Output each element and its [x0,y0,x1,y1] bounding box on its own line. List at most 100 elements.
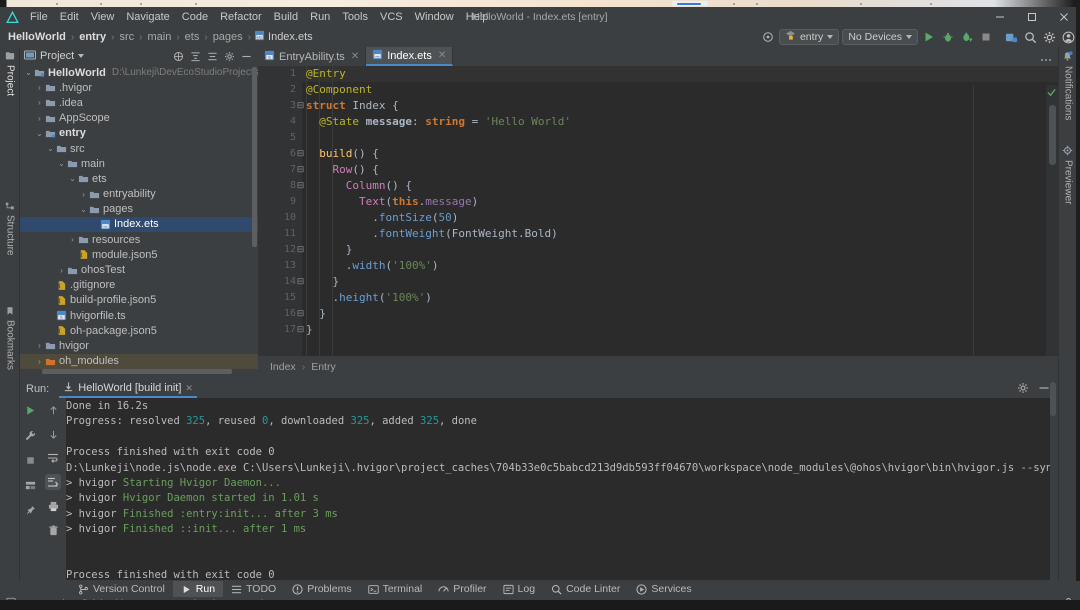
device-manager-icon[interactable] [1003,29,1019,45]
target-icon[interactable] [760,29,776,45]
sidebar-item-project[interactable]: Project [0,47,20,100]
gear-icon[interactable] [224,51,235,62]
scroll-to-end-icon[interactable] [45,474,61,490]
editor-breadcrumb-index[interactable]: Index [270,361,296,373]
menu-code[interactable]: Code [176,7,214,27]
tool-window-button-profiler[interactable]: Profiler [430,581,494,597]
sidebar-item-structure[interactable]: Structure [0,197,20,260]
scroll-down-icon[interactable] [45,426,61,442]
run-console-scrollbar[interactable] [1050,382,1056,416]
tree-expand-arrow[interactable]: ⌄ [68,174,77,183]
trash-icon[interactable] [45,522,61,538]
tree-row-main[interactable]: ⌄ main [20,156,258,171]
tree-row-pages[interactable]: ⌄ pages [20,202,258,217]
wrench-icon[interactable] [22,427,38,443]
tree-expand-arrow[interactable]: › [35,114,44,123]
tool-window-button-todo[interactable]: TODO [223,581,284,597]
profile-run-icon[interactable] [959,29,975,45]
breadcrumb-entry[interactable]: entry [77,31,108,43]
tree-row-hvigor[interactable]: › hvigor [20,338,258,353]
tree-row-ohostest[interactable]: › ohosTest [20,262,258,277]
sidebar-item-bookmarks[interactable]: Bookmarks [0,302,20,374]
breadcrumb-index-ets[interactable]: ets Index.ets [254,30,313,44]
close-icon[interactable]: ✕ [438,50,446,61]
gear-icon[interactable] [1017,382,1029,397]
tree-expand-arrow[interactable]: › [35,357,44,366]
code-text[interactable]: @Entry @Component struct Index { @State me… [306,66,1058,356]
menu-navigate[interactable]: Navigate [120,7,175,27]
tree-row-hvigorfile-ts[interactable]: ts hvigorfile.ts [20,308,258,323]
layout-icon[interactable] [22,477,38,493]
tree-row-src[interactable]: ⌄ src [20,141,258,156]
tool-window-button-problems[interactable]: Problems [284,581,359,597]
search-icon[interactable] [1022,29,1038,45]
scope-icon[interactable] [173,51,184,62]
tree-expand-arrow[interactable]: ⌄ [79,205,88,214]
tree-row-entry[interactable]: ⌄ entry [20,126,258,141]
tree-expand-arrow[interactable]: › [79,190,88,199]
minimize-button[interactable] [984,7,1016,27]
tree-row-ets[interactable]: ⌄ ets [20,171,258,186]
tree-expand-arrow[interactable]: ⌄ [46,144,55,153]
editor-scrollbar[interactable] [1049,105,1056,165]
menu-tools[interactable]: Tools [336,7,374,27]
tree-row--gitignore[interactable]: .gitignore [20,278,258,293]
menu-view[interactable]: View [85,7,121,27]
tool-window-button-run[interactable]: Run [172,581,224,597]
tree-row-appscope[interactable]: › AppScope [20,111,258,126]
debug-bug-icon[interactable] [940,29,956,45]
tree-expand-arrow[interactable]: › [35,341,44,350]
tool-window-button-services[interactable]: Services [628,581,699,597]
tool-window-button-log[interactable]: Log [495,581,544,597]
breadcrumb-ets[interactable]: ets [183,31,202,43]
tree-row--hvigor[interactable]: › .hvigor [20,80,258,95]
project-tree-hscrollbar[interactable] [42,369,232,374]
check-ok-icon[interactable] [1047,88,1056,100]
editor-tab-index[interactable]: ets Index.ets ✕ [366,47,454,66]
tree-row-index-ets[interactable]: ets Index.ets [20,216,258,233]
tree-row-helloworld[interactable]: ⌄ HelloWorld D:\Lunkeji\DevEcoStudioProjec… [20,65,258,80]
chevron-down-icon[interactable] [78,54,85,58]
more-tabs-icon[interactable] [1040,54,1058,66]
account-icon[interactable] [1060,29,1076,45]
run-console-output[interactable]: Done in 16.2s Progress: resolved 325, reu… [66,398,1050,580]
collapse-all-icon[interactable] [190,51,201,62]
run-play-icon[interactable] [22,402,38,418]
tree-expand-arrow[interactable]: › [68,235,77,244]
tree-expand-arrow[interactable]: › [57,266,66,275]
tree-expand-arrow[interactable]: ⌄ [57,159,66,168]
close-icon[interactable]: ✕ [185,383,193,394]
breadcrumb-main[interactable]: main [145,31,173,43]
sidebar-item-previewer[interactable]: Previewer [1059,145,1077,204]
scroll-up-icon[interactable] [45,402,61,418]
menu-window[interactable]: Window [409,7,460,27]
stop-square-icon[interactable] [978,29,994,45]
menu-run[interactable]: Run [304,7,336,27]
menu-help[interactable]: Help [460,7,495,27]
tree-row-module-json5[interactable]: module.json5 [20,247,258,262]
tree-expand-arrow[interactable]: ⌄ [35,129,44,138]
breadcrumb-src[interactable]: src [117,31,136,43]
print-icon[interactable] [45,498,61,514]
tree-row-oh-modules[interactable]: › oh_modules [20,353,258,369]
tree-row-oh-package-json5[interactable]: oh-package.json5 [20,323,258,338]
menu-file[interactable]: File [24,7,54,27]
run-config-tab[interactable]: HelloWorld [build init] ✕ [59,380,197,398]
tree-expand-arrow[interactable]: ⌄ [24,68,33,77]
tree-row-resources[interactable]: › resources [20,232,258,247]
tree-row--idea[interactable]: › .idea [20,95,258,110]
tree-expand-arrow[interactable]: › [35,98,44,107]
close-icon[interactable]: ✕ [351,51,359,62]
hide-panel-icon[interactable] [241,51,252,62]
tree-row-build-profile-json5[interactable]: build-profile.json5 [20,293,258,308]
code-area[interactable]: 1 2 3 4 5 6 7 8 9 10 11 12 13 14 15 16 17 ⊟ ⊟ ⊟ ⊟ ⊟ ⊟ ⊟ … [258,66,1058,375]
expand-icon[interactable] [207,51,218,62]
maximize-button[interactable] [1016,7,1048,27]
project-tree-scrollbar[interactable] [252,67,257,247]
editor-breadcrumb-entry[interactable]: Entry [311,361,336,373]
gear-icon[interactable] [1041,29,1057,45]
project-tree[interactable]: ⌄ HelloWorld D:\Lunkeji\DevEcoStudioProjec… [20,65,258,370]
tree-row-entryability[interactable]: › entryability [20,187,258,202]
soft-wrap-icon[interactable] [45,450,61,466]
pin-icon[interactable] [22,502,38,518]
